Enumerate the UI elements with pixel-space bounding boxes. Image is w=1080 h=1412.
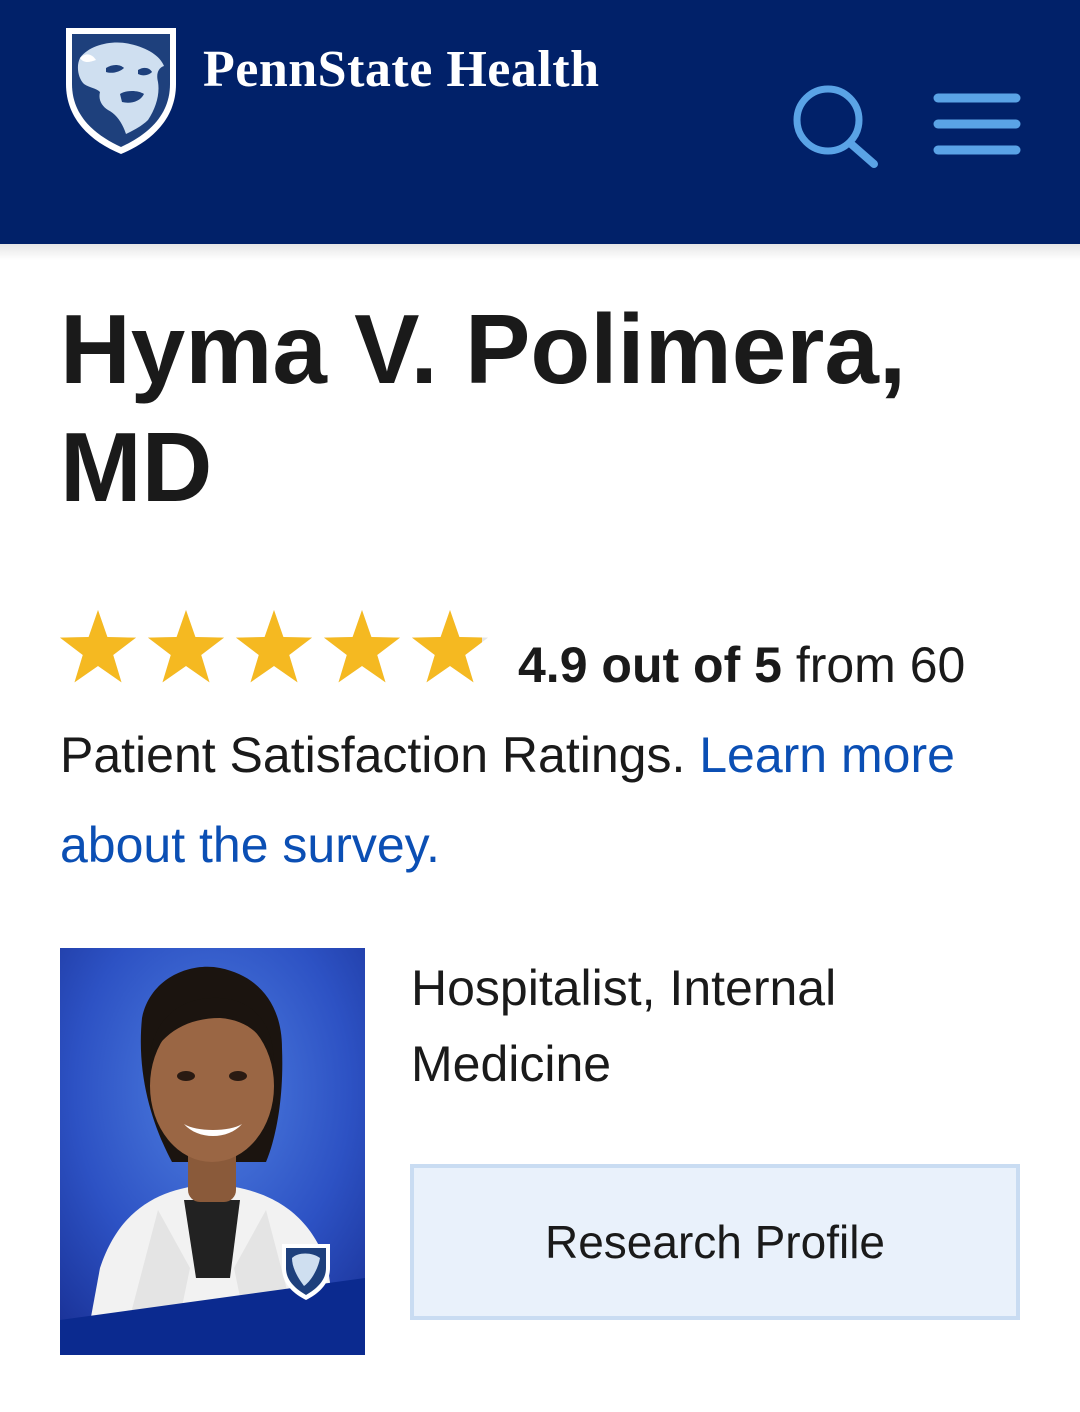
- site-header: PennState Health: [0, 0, 1080, 244]
- research-profile-button[interactable]: Research Profile: [410, 1164, 1020, 1320]
- search-icon[interactable]: [790, 82, 882, 168]
- rating-score: 4.9 out of 5: [518, 637, 782, 693]
- specialty: Hospitalist, Internal Medicine: [411, 960, 837, 1092]
- header-shadow: [0, 244, 1080, 260]
- nittany-lion-shield-icon[interactable]: [60, 22, 182, 156]
- page-title: Hyma V. Polimera, MD: [60, 294, 907, 522]
- hamburger-menu-icon[interactable]: [932, 90, 1022, 158]
- doctor-photo: [60, 948, 365, 1355]
- brand-name[interactable]: PennState Health: [203, 40, 600, 99]
- rating-summary: 4.9 out of 5 from 60 Patient Satisfactio…: [60, 620, 1020, 890]
